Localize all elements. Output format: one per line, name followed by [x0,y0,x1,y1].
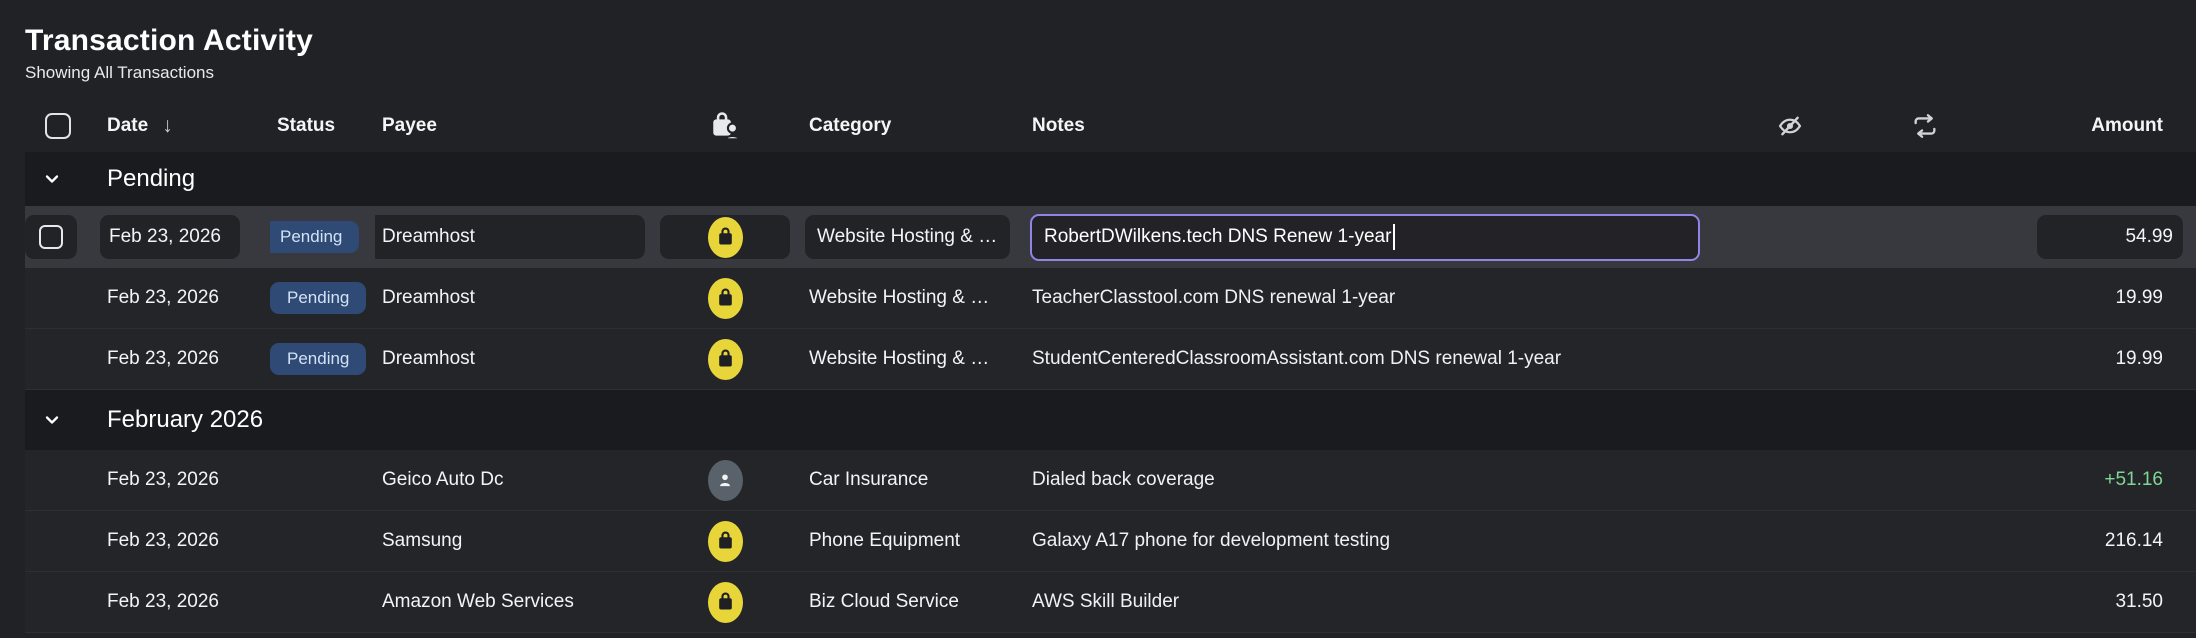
transaction-activity-page: Transaction Activity Showing All Transac… [0,0,2196,638]
person-icon [707,459,743,501]
amount-cell: 19.99 [2115,348,2163,369]
chevron-down-icon[interactable] [25,169,95,189]
shopping-bag-icon [707,520,743,562]
notes-cell: TeacherClasstool.com DNS renewal 1-year [1032,287,1396,308]
payee-cell: Amazon Web Services [382,591,574,612]
status-badge: Pending [270,343,367,375]
payee-cell: Dreamhost [382,287,475,308]
column-header-merchant [655,110,795,142]
page-subtitle: Showing All Transactions [25,63,214,82]
page-title: Transaction Activity [25,24,313,57]
amount-cell: +51.16 [2104,469,2163,490]
transaction-row[interactable]: Feb 23, 2026 Geico Auto Dc Car Insurance… [25,450,2196,511]
category-cell: Phone Equipment [809,530,961,551]
transaction-row[interactable]: Feb 23, 2026 Pending Dreamhost Website H… [25,268,2196,329]
title-block: Transaction Activity Showing All Transac… [0,0,2196,100]
category-cell: Biz Cloud Service [809,591,959,612]
text-caret [1393,224,1396,250]
column-header-status: Status [277,115,336,136]
row-checkbox[interactable] [25,215,77,259]
header-checkbox-cell [25,113,95,139]
shopping-bag-icon [707,338,743,380]
column-header-recurring [1850,112,2000,140]
amount-cell: 216.14 [2104,530,2163,551]
column-header-date[interactable]: Date ↓ [95,114,270,138]
notes-cell: Galaxy A17 phone for development testing [1032,530,1391,551]
select-all-checkbox[interactable] [45,113,71,139]
category-field[interactable]: Website Hosting & … [805,215,1010,259]
shopping-bag-icon [707,277,743,319]
category-cell: Website Hosting & … [809,348,990,369]
amount-cell: 31.50 [2115,591,2163,612]
repeat-icon [1911,112,1939,140]
date-field[interactable]: Feb 23, 2026 [100,215,240,259]
notes-cell: Dialed back coverage [1032,469,1215,490]
column-header-amount: Amount [2091,115,2163,136]
date-cell: Feb 23, 2026 [107,530,219,551]
table-header-row: Date ↓ Status Payee Category Notes Amoun… [25,100,2196,152]
column-header-category: Category [809,115,892,136]
row-checkbox-cell [25,215,95,259]
sort-desc-icon[interactable]: ↓ [162,114,173,138]
column-header-payee: Payee [382,115,437,136]
merchant-icon-field[interactable] [660,215,790,259]
section-label: February 2026 [107,406,264,433]
section-label: Pending [107,165,196,192]
section-header-pending[interactable]: Pending [25,152,2196,206]
notes-cell: AWS Skill Builder [1032,591,1180,612]
date-header-label: Date [107,115,149,136]
date-cell: Feb 23, 2026 [107,591,219,612]
column-header-hidden [1730,112,1850,140]
status-badge: Pending [270,221,360,253]
bag-person-icon [709,110,741,142]
category-cell: Website Hosting & … [809,287,990,308]
payee-cell: Geico Auto Dc [382,469,504,490]
transaction-row[interactable]: Feb 23, 2026 Amazon Web Services Biz Clo… [25,572,2196,633]
shopping-bag-icon [707,581,743,623]
transaction-row[interactable]: Feb 23, 2026 Samsung Phone Equipment Gal… [25,511,2196,572]
column-header-notes: Notes [1032,115,1085,136]
date-cell: Feb 23, 2026 [107,348,219,369]
chevron-down-icon[interactable] [25,410,95,430]
notes-cell: StudentCenteredClassroomAssistant.com DN… [1032,348,1562,369]
eye-slash-icon [1776,112,1804,140]
transaction-row[interactable]: Feb 23, 2026 Pending Dreamhost Website H… [25,206,2196,268]
section-header-february-2026[interactable]: February 2026 [25,390,2196,450]
notes-input[interactable]: RobertDWilkens.tech DNS Renew 1-year [1030,213,1700,261]
date-cell: Feb 23, 2026 [107,287,219,308]
date-cell: Feb 23, 2026 [107,469,219,490]
amount-field[interactable]: 54.99 [2037,215,2183,259]
category-cell: Car Insurance [809,469,929,490]
payee-field[interactable]: Dreamhost [375,215,645,259]
status-badge: Pending [270,282,367,314]
shopping-bag-icon [707,216,743,258]
payee-cell: Dreamhost [382,348,475,369]
transaction-row[interactable]: Feb 23, 2026 Pending Dreamhost Website H… [25,329,2196,390]
payee-cell: Samsung [382,530,463,551]
amount-cell: 19.99 [2115,287,2163,308]
